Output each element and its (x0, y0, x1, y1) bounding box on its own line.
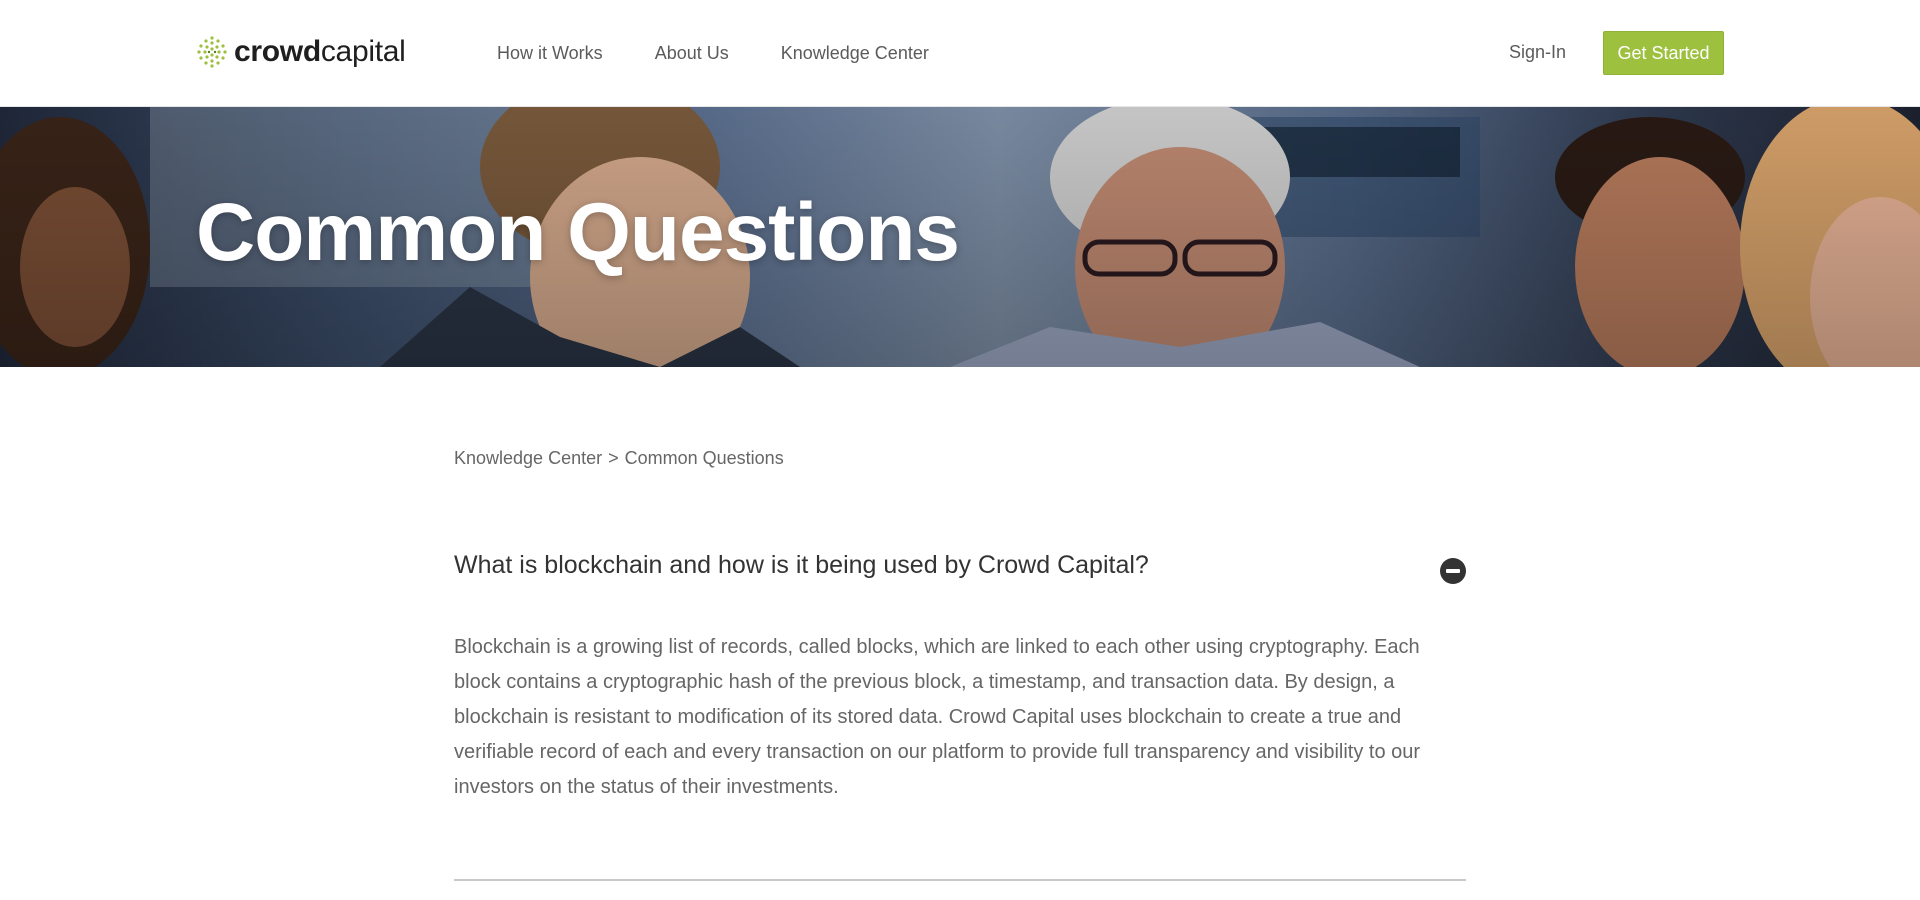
breadcrumb-separator: > (608, 448, 619, 468)
nav-about-us[interactable]: About Us (655, 43, 729, 64)
breadcrumb: Knowledge Center > Common Questions (454, 448, 784, 469)
logo-text-light: capital (320, 35, 406, 68)
page-title: Common Questions (196, 187, 960, 278)
logo-text-bold: crowd (234, 35, 321, 68)
minus-circle-icon[interactable] (1440, 558, 1466, 584)
breadcrumb-knowledge-center[interactable]: Knowledge Center (454, 448, 602, 468)
breadcrumb-current: Common Questions (624, 448, 784, 468)
hero-banner: Common Questions (0, 107, 1920, 367)
faq-answer: Blockchain is a growing list of records,… (454, 636, 1421, 798)
faq-divider (454, 879, 1466, 881)
faq-question[interactable]: What is blockchain and how is it being u… (454, 550, 1466, 580)
nav-how-it-works[interactable]: How it Works (497, 43, 603, 64)
site-header: crowdcapital How it Works About Us Knowl… (0, 0, 1920, 107)
logo-wordmark: crowdcapital (234, 35, 406, 69)
main-nav: How it Works About Us Knowledge Center (497, 0, 981, 107)
faq-item: What is blockchain and how is it being u… (454, 550, 1466, 798)
get-started-button[interactable]: Get Started (1603, 31, 1724, 75)
sign-in-link[interactable]: Sign-In (1509, 42, 1566, 63)
nav-knowledge-center[interactable]: Knowledge Center (781, 43, 929, 64)
logo[interactable]: crowdcapital (196, 34, 406, 70)
crowdcapital-logo-icon (197, 36, 227, 68)
